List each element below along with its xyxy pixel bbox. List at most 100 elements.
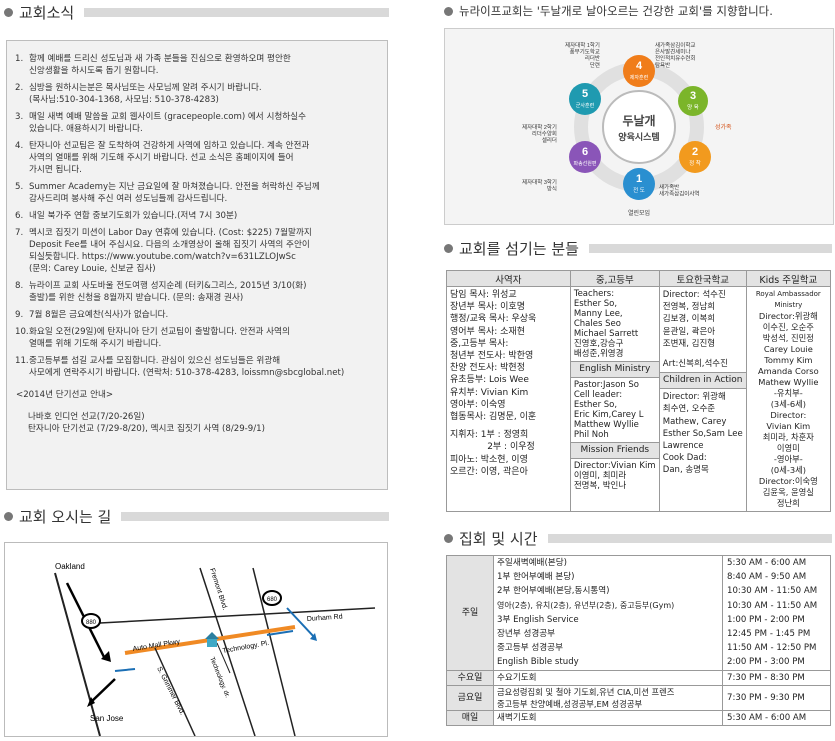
mission-line: 탄자니아 단기선교 (7/29-8/20), 멕시코 집짓기 사역 (8/29-… [28,424,265,434]
notice-item: 11. 중고등부를 섬길 교사를 모집합니다. 관심이 있으신 성도님들은 위광해… [15,356,345,378]
staff-col-korean-school: Director: 석수진 전영복, 정남희 김보경, 이복희 윤관일, 곽은아 조변… [658,286,747,512]
center-subtitle: 양육시스템 [618,131,659,142]
shield-680-label: 680 [267,597,278,603]
header-bar [547,534,832,543]
mission-friends-subheader: Mission Friends [570,442,659,459]
bullet-icon [444,534,453,543]
center-title: 두날개 [622,114,655,128]
church-icon [207,639,217,647]
svg-text:2: 2 [692,146,698,158]
node-6-desc: 제자대학 3학기 방식 [522,178,557,193]
diagram-drawing: 두날개 양육시스템 4 제자훈련 3 양 육 2 정 착 1 전 도 6 파송선… [522,41,732,217]
bullet-icon [444,244,453,253]
label-durham: Durham Rd [307,614,343,623]
service-name: 금요성령집회 및 철야 기도회,유년 CIA,미션 프렌즈 중고등부 찬양예배,… [493,684,723,711]
notice-item: 6. 내일 북가주 연합 중보기도회가 있습니다.(저녁 7시 30분) [15,211,238,221]
services-title: 집회 및 시간 [459,530,538,548]
staff-header-cell: 중,고등부 [569,270,660,287]
directions-header: 교회 오시는 길 [4,506,389,527]
notice-list: 1. 함께 예배를 드리신 성도님과 새 가족 분들을 진심으로 환영하오며 평안… [15,53,383,384]
service-time: 7:30 PM - 8:30 PM [722,669,831,686]
node-1-desc: 새가족반 새가족삼김이사역 [659,183,699,198]
staff-col-youth: Teachers: Esther So, Manny Lee, Chales Seo … [569,286,660,512]
label-san-jose: San Jose [90,714,124,723]
english-ministry-subheader: English Ministry [570,361,659,378]
directions-title: 교회 오시는 길 [19,508,112,526]
vision-header: 뉴라이프교회는 '두날개로 날아오르는 건강한 교회'를 지향합니다. [444,3,834,19]
bullet-icon [4,8,13,17]
service-name: 수요기도회 [493,669,723,686]
staff-title: 교회를 섬기는 분들 [459,240,579,258]
directions-map: 880 680 Oakland San Jose Fremont Blvd. A… [4,542,388,737]
service-times-table: 주일 주일새벽예배(본당) 1부 한어부예배 본당) 2부 한어부예배(본당,동시통… [446,555,831,727]
label-fremont: Fremont Blvd. [208,567,228,611]
notice-item: 4. 탄자니아 선교팀은 잘 도착하여 건강하게 사역에 임하고 있습니다. 계속… [15,141,310,175]
notice-item: 9. 7월 8월은 금요예찬(식사)가 없습니다. [15,310,169,320]
label-technology-dr: Technology. dr. [208,656,231,699]
service-day: 매일 [446,709,494,727]
service-time: 5:30 AM - 6:00 AM [722,709,831,727]
mission-info: <2014년 단기선교 안내> 나바호 인디언 선교(7/20-26일) 탄자니… [16,389,265,435]
notice-item: 10. 화요일 오전(29일)에 탄자니아 단기 선교팀이 출발합니다. 안전과 … [15,327,290,349]
node-1-bottom: 열린모임 [628,209,650,217]
staff-col-pastors: 담임 목사: 위성교 장년부 목사: 이호명 행정/교육 목사: 우상욱 영어부 목사… [446,286,571,512]
route-arrow-blue [114,668,136,672]
node-3-desc: 성가족 [715,123,732,131]
service-row: 주일 주일새벽예배(본당) 1부 한어부예배 본당) 2부 한어부예배(본당,동시통… [446,555,831,671]
shield-880-label: 880 [86,620,97,626]
service-name: 새벽기도회 [493,709,723,727]
church-roof-icon [205,632,219,639]
svg-text:제자훈련: 제자훈련 [630,74,649,81]
children-in-action-subheader: Children in Action [659,372,746,390]
vision-title: 뉴라이프교회는 '두날개로 날아오르는 건강한 교회'를 지향합니다. [459,4,773,18]
staff-table: 사역자 중,고등부 토요한국학교 Kids 주일학교 담임 목사: 위성교 장년부… [446,270,832,512]
notice-item: 8. 뉴라이프 교회 사도바울 전도여행 성지순례 (터키&그리스, 2015년 … [15,281,307,303]
mission-title: <2014년 단기선교 안내> [16,390,114,400]
svg-text:양 육: 양 육 [687,103,699,111]
service-row: 금요일 금요성령집회 및 철야 기도회,유년 CIA,미션 프렌즈 중고등부 찬… [446,684,831,711]
label-oakland: Oakland [55,562,85,571]
route-arrow [89,678,116,704]
svg-text:정 착: 정 착 [689,159,701,167]
service-time: 7:30 PM - 9:30 PM [722,684,831,711]
node-4-desc: 제자대학 1학기 풍부기도학교 리더반 단련 [565,41,600,69]
service-row: 수요일 수요기도회 7:30 PM - 8:30 PM [446,669,831,686]
discipleship-diagram: 두날개 양육시스템 4 제자훈련 3 양 육 2 정 착 1 전 도 6 파송선… [444,28,834,225]
service-names: 주일새벽예배(본당) 1부 한어부예배 본당) 2부 한어부예배(본당,동시통역) 영… [493,555,723,671]
staff-col-kids: Royal Ambassador Ministry Director:위광해 이수진,… [745,286,832,512]
service-day: 금요일 [446,684,494,711]
road-880 [54,572,101,737]
notice-item: 1. 함께 예배를 드리신 성도님과 새 가족 분들을 진심으로 환영하오며 평안… [15,54,291,76]
svg-text:5: 5 [582,88,588,100]
staff-header: 교회를 섬기는 분들 [444,238,832,259]
node-4-right-desc: 새가족삼김이학교 은사발견세미나 전인적치유수련회 탐욕반 [655,41,695,69]
svg-text:군사훈련: 군사훈련 [576,102,595,109]
header-bar [121,512,389,521]
svg-text:파송선원편: 파송선원편 [573,160,596,167]
header-bar [588,244,832,253]
svg-text:4: 4 [636,60,643,72]
staff-row: 담임 목사: 위성교 장년부 목사: 이호명 행정/교육 목사: 우상욱 영어부 목사… [446,286,832,512]
notice-item: 3. 매일 새벽 예배 말씀을 교회 웹사이트 (gracepeople.com)… [15,112,306,134]
service-row: 매일 새벽기도회 5:30 AM - 6:00 AM [446,709,831,727]
map-drawing: 880 680 Oakland San Jose Fremont Blvd. A… [54,562,376,737]
service-day: 수요일 [446,669,494,686]
news-title: 교회소식 [19,4,75,22]
mission-line: 나바호 인디언 선교(7/20-26일) [28,412,145,422]
staff-header-cell: Kids 주일학교 [745,270,832,287]
staff-header-row: 사역자 중,고등부 토요한국학교 Kids 주일학교 [446,270,832,287]
services-header: 집회 및 시간 [444,528,832,549]
notice-item: 2. 심방을 원하시는분은 목사님또는 사모님께 알려 주시기 바랍니다. (목사… [15,83,262,105]
staff-header-cell: 사역자 [446,270,571,287]
node-5-desc: 제자대학 2학기 리더수양회 셀리더 [522,123,557,144]
header-bar [84,8,389,17]
notice-item: 7. 멕시코 집짓기 미션이 Labor Day 연휴에 있습니다. (Cost:… [15,228,312,274]
news-header: 교회소식 [4,2,389,23]
label-technology-pl: Technology. Pl. [222,640,270,655]
svg-text:전 도: 전 도 [633,186,645,194]
svg-text:6: 6 [582,146,588,158]
staff-header-cell: 토요한국학교 [658,270,747,287]
svg-text:1: 1 [636,173,642,185]
bullet-icon [4,512,13,521]
bullet-icon [444,6,453,16]
